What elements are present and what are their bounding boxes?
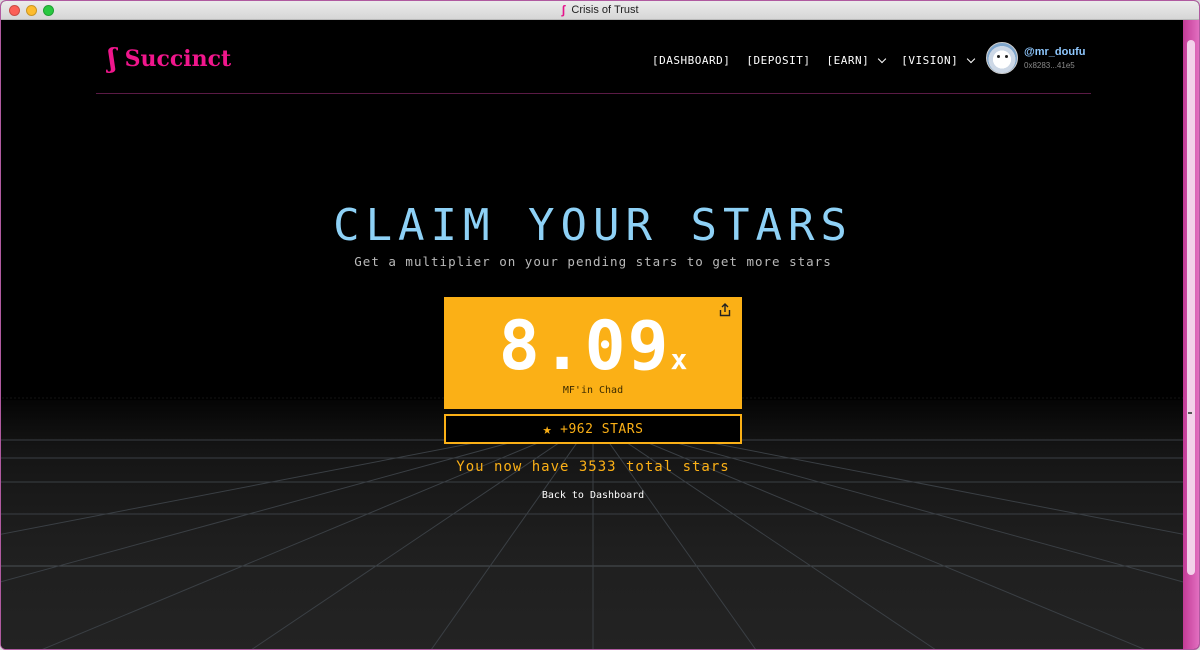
user-handle: @mr_doufu <box>1024 46 1086 58</box>
scrollbar[interactable] <box>1183 20 1199 649</box>
succinct-icon: ʃ <box>108 44 117 74</box>
succinct-logo-icon: ʃ <box>561 3 566 17</box>
site-header: ʃ Succinct [DASHBOARD] [DEPOSIT] [EARN] … <box>96 42 1091 94</box>
brand-name: Succinct <box>124 46 232 72</box>
multiplier-card: 8.09x MF'in Chad <box>444 297 742 409</box>
back-to-dashboard-link[interactable]: Back to Dashboard <box>1 490 1185 501</box>
nav-deposit-label: [DEPOSIT] <box>746 54 811 67</box>
nav-vision[interactable]: [VISION] <box>901 54 976 67</box>
avatar <box>986 42 1018 74</box>
multiplier-value: 8.09 <box>498 307 671 386</box>
window-title: ʃ Crisis of Trust <box>561 3 638 17</box>
page-title: CLAIM YOUR STARS <box>333 200 853 251</box>
star-icon: ★ <box>542 420 553 438</box>
wallet-address: 0x8283...41e5 <box>1024 61 1075 70</box>
nav-earn[interactable]: [EARN] <box>826 54 887 67</box>
browser-window: ʃ Crisis of Trust ʃ Succinct [DASHBOARD]… <box>0 0 1200 650</box>
nav-deposit[interactable]: [DEPOSIT] <box>746 54 810 67</box>
brand-logo[interactable]: ʃ Succinct <box>108 46 231 72</box>
page-subtitle: Get a multiplier on your pending stars t… <box>354 254 832 269</box>
main-nav: [DASHBOARD] [DEPOSIT] [EARN] [VISION] <box>652 54 976 67</box>
multiplier-display: 8.09x <box>444 307 742 386</box>
user-info: @mr_doufu 0x8283...41e5 <box>1024 46 1085 70</box>
nav-dashboard-label: [DASHBOARD] <box>652 54 731 67</box>
stars-earned-bar: ★ +962 STARS <box>444 414 742 444</box>
chevron-down-icon <box>877 54 887 63</box>
window-title-text: Crisis of Trust <box>571 4 639 16</box>
nav-vision-label: [VISION] <box>901 54 959 67</box>
scrollbar-marker <box>1188 412 1192 414</box>
window-controls <box>9 5 54 16</box>
title-bar: ʃ Crisis of Trust <box>1 1 1199 20</box>
close-window-button[interactable] <box>9 5 20 16</box>
total-stars-text: You now have 3533 total stars <box>456 459 730 475</box>
stars-earned-label: +962 STARS <box>560 421 644 437</box>
chevron-down-icon <box>966 54 976 63</box>
minimize-window-button[interactable] <box>26 5 37 16</box>
nav-earn-label: [EARN] <box>826 54 870 67</box>
page-content: ʃ Succinct [DASHBOARD] [DEPOSIT] [EARN] … <box>1 20 1185 649</box>
multiplier-suffix: x <box>670 343 688 376</box>
nav-dashboard[interactable]: [DASHBOARD] <box>652 54 730 67</box>
user-profile[interactable]: @mr_doufu 0x8283...41e5 <box>986 42 1085 74</box>
scrollbar-thumb[interactable] <box>1187 40 1195 575</box>
maximize-window-button[interactable] <box>43 5 54 16</box>
rank-label: MF'in Chad <box>562 385 624 396</box>
